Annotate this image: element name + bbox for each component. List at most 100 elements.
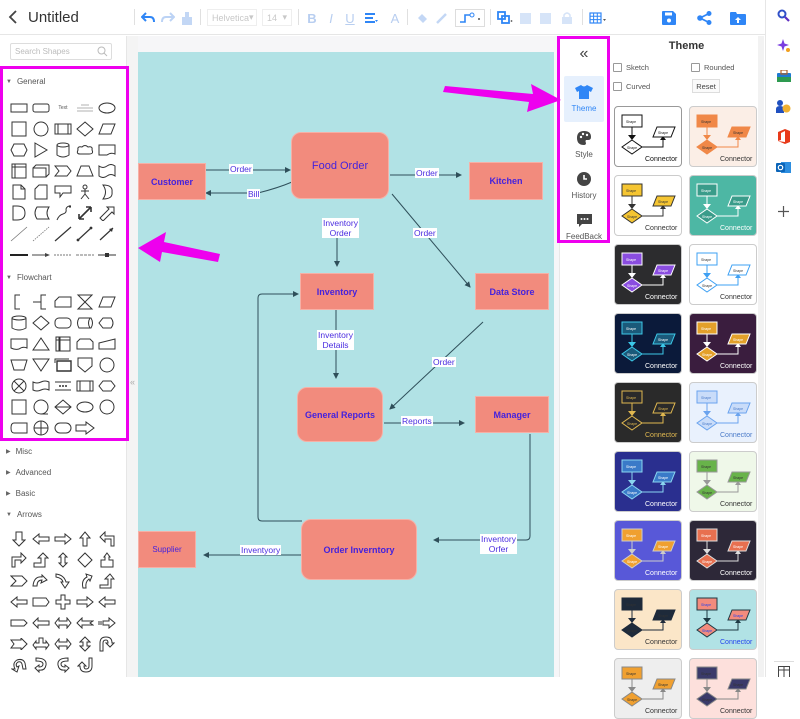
theme-card-8[interactable]: Shape Shape Shape Connector [689, 313, 757, 374]
section-basic[interactable]: ▶ Basic [6, 489, 35, 498]
shape-thick-line[interactable] [52, 223, 74, 244]
shape-moon[interactable] [96, 181, 118, 202]
shape-connector-1[interactable] [8, 244, 30, 265]
theme-card-14[interactable]: Shape Shape Shape Connector [689, 520, 757, 581]
curved-checkbox[interactable]: Curved [613, 82, 650, 91]
shape-process-square[interactable] [8, 396, 30, 417]
people-icon[interactable] [775, 98, 792, 115]
theme-card-16[interactable]: Shape Shape Shape Connector [689, 589, 757, 650]
node-food-order[interactable]: Food Order [291, 132, 389, 199]
tab-theme[interactable]: Theme [564, 76, 604, 122]
arrow-chevron[interactable] [8, 570, 30, 591]
fill-icon[interactable] [414, 8, 430, 28]
underline-button[interactable]: U [343, 8, 357, 28]
arrow-circular-left[interactable] [52, 654, 74, 675]
shape-annotation[interactable] [8, 291, 30, 312]
shape-manual-input-2[interactable] [96, 333, 118, 354]
shape-internal-storage[interactable] [8, 160, 30, 181]
share-icon[interactable] [695, 8, 713, 28]
format-painter-icon[interactable] [180, 8, 194, 28]
shape-preparation[interactable] [96, 375, 118, 396]
shape-double-arrow[interactable] [74, 202, 96, 223]
shape-card[interactable] [96, 139, 118, 160]
shape-document[interactable] [8, 181, 30, 202]
shape-connector-circle[interactable] [96, 354, 118, 375]
shape-display[interactable] [96, 312, 118, 333]
shape-circle[interactable] [30, 118, 52, 139]
shape-actor[interactable] [74, 181, 96, 202]
reset-button[interactable]: Reset [692, 79, 720, 93]
arrow-u-turn-left[interactable] [96, 528, 118, 549]
arrow-left-up[interactable] [30, 549, 52, 570]
arrow-bend-right[interactable] [8, 549, 30, 570]
theme-card-13[interactable]: Shape Shape Shape Connector [614, 520, 682, 581]
font-size-select[interactable]: 14 ▾ [262, 9, 292, 26]
office-icon[interactable] [775, 128, 792, 145]
shape-annotation-2[interactable] [30, 291, 52, 312]
theme-card-4[interactable]: Shape Shape Shape Connector [689, 175, 757, 236]
shape-extract[interactable] [30, 333, 52, 354]
pen-icon[interactable] [434, 8, 450, 28]
arrow-up-down-2[interactable] [74, 633, 96, 654]
shape-loop-limit[interactable] [74, 333, 96, 354]
arrow-curved-right[interactable] [30, 570, 52, 591]
shape-cloud[interactable] [74, 139, 96, 160]
shape-heading[interactable] [74, 97, 96, 118]
shape-dot-line[interactable] [74, 223, 96, 244]
shape-merge[interactable] [30, 354, 52, 375]
shape-start[interactable] [96, 396, 118, 417]
shape-collate[interactable] [74, 291, 96, 312]
shape-preparation-dots[interactable] [52, 375, 74, 396]
arrow-up-down[interactable] [52, 549, 74, 570]
shape-sort[interactable] [52, 396, 74, 417]
shape-parallelogram[interactable] [96, 118, 118, 139]
shape-rectangle[interactable] [8, 97, 30, 118]
shape-manual-input[interactable] [52, 291, 74, 312]
theme-card-6[interactable]: Shape Shape Shape Connector [689, 244, 757, 305]
arrow-left[interactable] [30, 528, 52, 549]
shape-curve[interactable] [52, 202, 74, 223]
lock-icon[interactable] [560, 8, 574, 28]
collapse-left-panel-button[interactable]: « [130, 377, 135, 387]
node-general-reports[interactable]: General Reports [297, 387, 383, 442]
section-flowchart[interactable]: ▼ Flowchart [6, 273, 52, 282]
shape-line[interactable] [8, 223, 30, 244]
shape-ellipse[interactable] [96, 97, 118, 118]
undo-icon[interactable] [140, 8, 156, 28]
shape-text[interactable]: Text [52, 97, 74, 118]
shape-database[interactable] [8, 312, 30, 333]
shape-internal-storage-2[interactable] [52, 333, 74, 354]
search-shapes-input[interactable]: Search Shapes [10, 43, 112, 60]
shape-process[interactable] [52, 118, 74, 139]
arrow-striped-right[interactable] [96, 612, 118, 633]
arrow-down[interactable] [8, 528, 30, 549]
shape-cube[interactable] [30, 160, 52, 181]
arrow-flat[interactable] [8, 612, 30, 633]
arrow-u-turn[interactable] [96, 633, 118, 654]
save-icon[interactable] [660, 8, 678, 28]
shape-terminal[interactable] [52, 417, 74, 438]
arrow-curve-back[interactable] [8, 654, 30, 675]
search-icon[interactable] [97, 46, 108, 59]
shape-predefined-process[interactable] [74, 375, 96, 396]
theme-card-18[interactable]: Shape Shape Shape Connector [689, 658, 757, 719]
node-data-store[interactable]: Data Store [475, 273, 549, 310]
arrow-notched-up[interactable] [96, 549, 118, 570]
arrange-icon[interactable] [496, 8, 514, 28]
shape-cylinder[interactable] [52, 139, 74, 160]
arrow-curved-left-up[interactable] [74, 570, 96, 591]
shape-stored-data[interactable] [30, 202, 52, 223]
arrow-quad[interactable] [74, 549, 96, 570]
edge-manager-order-inventory[interactable] [433, 434, 531, 543]
sketch-checkbox[interactable]: Sketch [613, 63, 649, 72]
export-icon[interactable] [729, 8, 747, 28]
arrow-cross[interactable] [52, 591, 74, 612]
theme-card-2[interactable]: Shape Shape Shape Connector [689, 106, 757, 167]
rounded-checkbox[interactable]: Rounded [691, 63, 734, 72]
section-general[interactable]: ▼ General [6, 77, 45, 86]
node-customer[interactable]: Customer [138, 163, 206, 200]
shape-tape[interactable] [96, 160, 118, 181]
theme-card-5[interactable]: Shape Shape Shape Connector [614, 244, 682, 305]
arrow-left-long[interactable] [30, 612, 52, 633]
arrow-circular-right[interactable] [30, 654, 52, 675]
